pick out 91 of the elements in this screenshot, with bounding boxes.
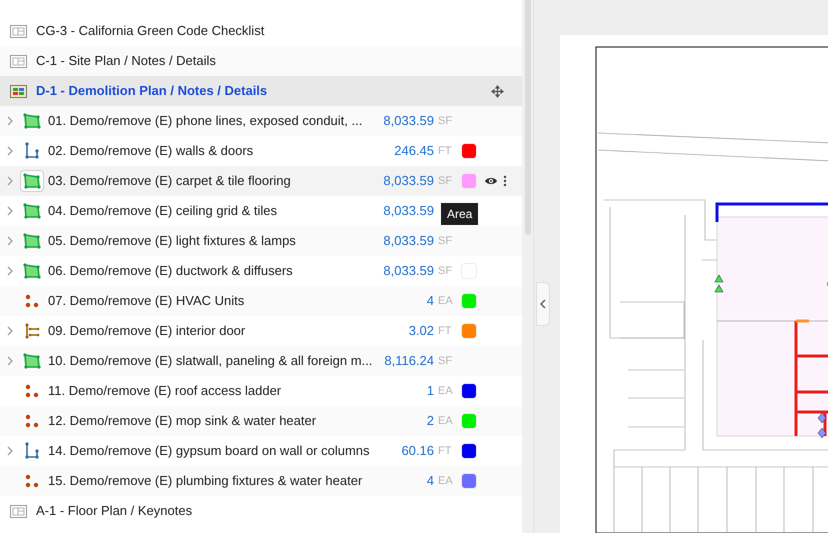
sheet-thumbnail-icon bbox=[10, 84, 27, 98]
chevron-right-icon[interactable] bbox=[7, 266, 13, 276]
color-swatch[interactable] bbox=[461, 293, 477, 309]
segments-icon bbox=[24, 323, 40, 339]
takeoff-row[interactable]: 10. Demo/remove (E) slatwall, paneling & all foreign m... 8,116.24 SF bbox=[0, 346, 522, 376]
quantity-value: 2 bbox=[426, 412, 434, 430]
polygon-icon bbox=[23, 113, 41, 129]
unit-label: FT bbox=[438, 444, 452, 459]
chevron-right-icon[interactable] bbox=[7, 446, 13, 456]
takeoff-row[interactable]: 07. Demo/remove (E) HVAC Units 4 EA bbox=[0, 286, 522, 316]
takeoff-name: 11. Demo/remove (E) roof access ladder bbox=[48, 382, 282, 400]
unit-label: FT bbox=[438, 324, 452, 339]
move-icon[interactable] bbox=[491, 84, 504, 98]
unit-label: EA bbox=[438, 294, 454, 309]
sheet-thumbnail-icon bbox=[10, 504, 27, 518]
chevron-right-icon[interactable] bbox=[7, 326, 13, 336]
quantity-value: 4 bbox=[426, 292, 434, 310]
unit-label: SF bbox=[438, 234, 454, 249]
polyline-icon bbox=[24, 442, 40, 460]
takeoff-name: 03. Demo/remove (E) carpet & tile flooring bbox=[48, 172, 292, 190]
quantity-value: 3.02 bbox=[408, 322, 434, 340]
polygon-icon bbox=[23, 203, 41, 219]
dots-icon bbox=[25, 414, 39, 428]
takeoff-name: 06. Demo/remove (E) ductwork & diffusers bbox=[48, 262, 294, 280]
sheet-title: CG-3 - California Green Code Checklist bbox=[36, 22, 264, 40]
color-swatch[interactable] bbox=[461, 173, 477, 189]
takeoff-name: 01. Demo/remove (E) phone lines, exposed conduit, ... bbox=[48, 112, 364, 130]
unit-label: SF bbox=[438, 174, 454, 189]
takeoff-row[interactable]: 03. Demo/remove (E) carpet & tile flooring 8,033.59 SF bbox=[0, 166, 522, 196]
color-swatch[interactable] bbox=[461, 443, 477, 459]
takeoff-row[interactable]: 15. Demo/remove (E) plumbing fixtures & water heater 4 EA bbox=[0, 466, 522, 496]
dots-icon bbox=[25, 294, 39, 308]
takeoff-row[interactable]: 05. Demo/remove (E) light fixtures & lamps 8,033.59 SF bbox=[0, 226, 522, 256]
color-swatch[interactable] bbox=[461, 413, 477, 429]
quantity-value: 60.16 bbox=[400, 442, 434, 460]
quantity-value: 8,033.59 bbox=[382, 262, 434, 280]
takeoff-name: 07. Demo/remove (E) HVAC Units bbox=[48, 292, 246, 310]
unit-label: FT bbox=[438, 144, 452, 159]
polygon-icon bbox=[23, 233, 41, 249]
quantity-value: 8,033.59 bbox=[382, 202, 434, 220]
chevron-left-icon bbox=[540, 299, 546, 309]
takeoff-name: 09. Demo/remove (E) interior door bbox=[48, 322, 246, 340]
takeoff-name: 14. Demo/remove (E) gypsum board on wall or columns bbox=[48, 442, 371, 460]
quantity-value: 8,033.59 bbox=[382, 112, 434, 130]
chevron-right-icon[interactable] bbox=[7, 356, 13, 366]
takeoff-name: 12. Demo/remove (E) mop sink & water heater bbox=[48, 412, 318, 430]
polygon-icon bbox=[23, 263, 41, 279]
eye-icon[interactable] bbox=[484, 176, 498, 186]
unit-label: SF bbox=[438, 114, 454, 129]
chevron-right-icon[interactable] bbox=[7, 116, 13, 126]
takeoff-name: 15. Demo/remove (E) plumbing fixtures & water heater bbox=[48, 472, 364, 490]
sheet-title: A-1 - Floor Plan / Keynotes bbox=[36, 502, 192, 520]
dots-icon bbox=[25, 384, 39, 398]
unit-label: EA bbox=[438, 384, 454, 399]
color-swatch[interactable] bbox=[461, 383, 477, 399]
more-icon[interactable] bbox=[503, 175, 507, 187]
sheet-title: D-1 - Demolition Plan / Notes / Details bbox=[36, 82, 268, 100]
unit-label: EA bbox=[438, 414, 454, 429]
takeoff-name: 10. Demo/remove (E) slatwall, paneling & all foreign m... bbox=[48, 352, 374, 370]
polyline-icon bbox=[24, 142, 40, 160]
takeoff-name: 04. Demo/remove (E) ceiling grid & tiles bbox=[48, 202, 278, 220]
color-swatch[interactable] bbox=[461, 143, 477, 159]
sheet-row[interactable]: C-1 - Site Plan / Notes / Details bbox=[0, 46, 522, 76]
color-swatch[interactable] bbox=[461, 473, 477, 489]
dots-icon bbox=[25, 474, 39, 488]
sheet-thumbnail-icon bbox=[10, 54, 27, 68]
chevron-right-icon[interactable] bbox=[7, 236, 13, 246]
sheet-thumbnail-icon bbox=[10, 24, 27, 38]
quantity-value: 4 bbox=[426, 472, 434, 490]
chevron-right-icon[interactable] bbox=[7, 206, 13, 216]
chevron-right-icon[interactable] bbox=[7, 176, 13, 186]
polygon-icon bbox=[23, 353, 41, 369]
unit-label: SF bbox=[438, 354, 454, 369]
unit-label: SF bbox=[438, 264, 454, 279]
takeoff-name: 02. Demo/remove (E) walls & doors bbox=[48, 142, 254, 160]
tooltip: Area bbox=[441, 203, 478, 225]
takeoff-row[interactable]: 12. Demo/remove (E) mop sink & water heater 2 EA bbox=[0, 406, 522, 436]
unit-label: EA bbox=[438, 474, 454, 489]
quantity-value: 8,116.24 bbox=[383, 352, 434, 370]
polygon-icon bbox=[23, 173, 41, 189]
quantity-value: 8,033.59 bbox=[382, 232, 434, 250]
quantity-value: 246.45 bbox=[393, 142, 434, 160]
collapse-panel-button[interactable] bbox=[536, 282, 550, 326]
takeoff-name: 05. Demo/remove (E) light fixtures & lamps bbox=[48, 232, 297, 250]
sheet-title: C-1 - Site Plan / Notes / Details bbox=[36, 52, 216, 70]
chevron-right-icon[interactable] bbox=[7, 146, 13, 156]
color-swatch[interactable] bbox=[461, 323, 477, 339]
quantity-value: 1 bbox=[426, 382, 434, 400]
quantity-value: 8,033.59 bbox=[382, 172, 434, 190]
takeoff-row[interactable]: 01. Demo/remove (E) phone lines, exposed conduit, ... 8,033.59 SF bbox=[0, 106, 522, 136]
sheet-row[interactable]: D-1 - Demolition Plan / Notes / Details bbox=[0, 76, 522, 106]
